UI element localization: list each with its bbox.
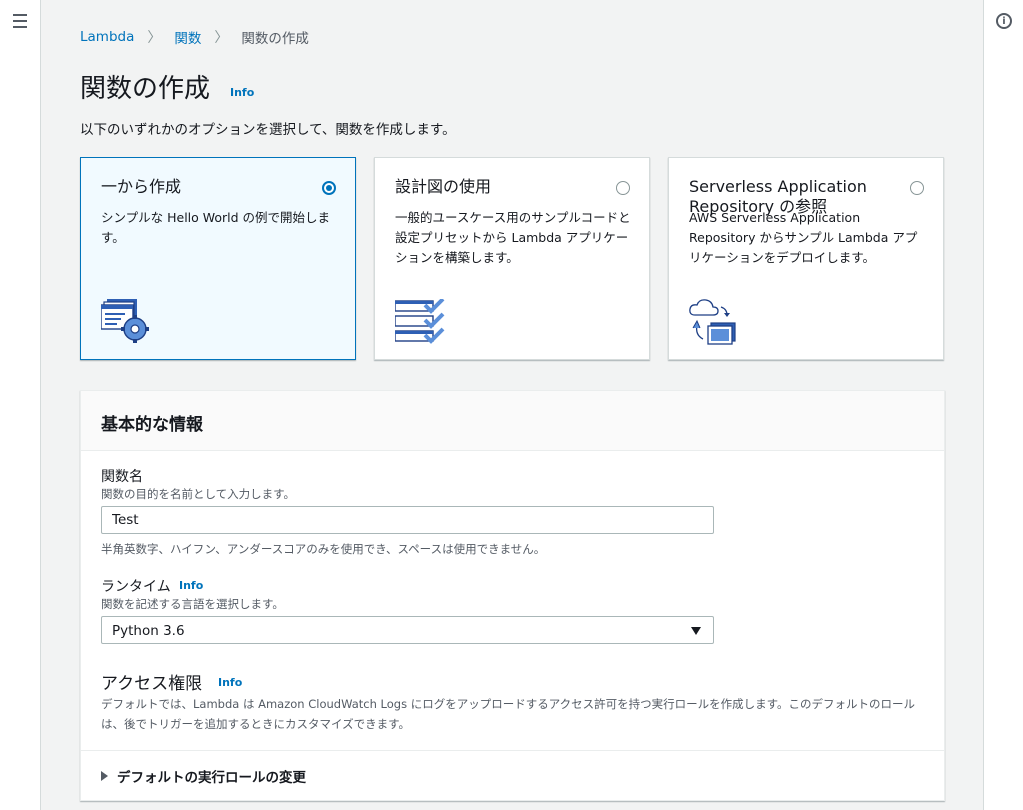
option-description: AWS Serverless Application Repository から…	[689, 210, 918, 265]
divider	[81, 750, 944, 751]
option-description: シンプルな Hello World の例で開始します。	[101, 210, 331, 245]
blueprint-checklist-icon	[395, 299, 445, 344]
change-execution-role-expander[interactable]: デフォルトの実行ロールの変更	[101, 766, 306, 786]
option-title: 設計図の使用	[395, 177, 492, 196]
breadcrumb-lambda[interactable]: Lambda	[80, 29, 134, 45]
option-radio-scratch[interactable]	[322, 181, 336, 195]
chevron-right-icon: 〉	[147, 30, 162, 46]
function-name-input[interactable]	[101, 506, 714, 534]
permissions-info-link[interactable]: Info	[218, 676, 242, 689]
cloud-deploy-icon	[689, 299, 736, 345]
runtime-hint: 関数を記述する言語を選択します。	[101, 597, 284, 611]
main-content: Lambda 〉 関数 〉 関数の作成 関数の作成 Info 以下のいずれかのオ…	[41, 0, 983, 810]
right-help-rail: i	[983, 0, 1023, 810]
left-navigation-rail	[0, 0, 41, 810]
runtime-selected-value: Python 3.6	[112, 623, 185, 639]
code-window-gear-icon	[101, 299, 149, 343]
option-radio-blueprint[interactable]	[616, 181, 630, 195]
page-description: 以下のいずれかのオプションを選択して、関数を作成します。	[80, 122, 456, 138]
option-radio-sar[interactable]	[910, 181, 924, 195]
chevron-right-icon: 〉	[214, 30, 229, 46]
runtime-select[interactable]: Python 3.6	[101, 616, 714, 644]
option-serverless-app-repo[interactable]: Serverless Application Repository の参照 AW…	[668, 157, 944, 360]
permissions-description: デフォルトでは、Lambda は Amazon CloudWatch Logs …	[101, 697, 916, 731]
panel-header: 基本的な情報	[81, 391, 944, 451]
option-use-blueprint[interactable]: 設計図の使用 一般的ユースケース用のサンプルコードと設定プリセットから Lamb…	[374, 157, 650, 360]
function-name-label: 関数名	[101, 469, 143, 485]
caret-right-icon	[101, 771, 108, 781]
option-author-from-scratch[interactable]: 一から作成 シンプルな Hello World の例で開始します。	[80, 157, 356, 360]
function-name-constraint: 半角英数字、ハイフン、アンダースコアのみを使用でき、スペースは使用できません。	[101, 542, 546, 556]
option-description: 一般的ユースケース用のサンプルコードと設定プリセットから Lambda アプリケ…	[395, 210, 631, 265]
function-name-hint: 関数の目的を名前として入力します。	[101, 487, 296, 501]
panel-title: 基本的な情報	[101, 415, 203, 435]
info-panel-icon[interactable]: i	[996, 13, 1012, 29]
expander-label: デフォルトの実行ロールの変更	[117, 770, 306, 786]
breadcrumb-current: 関数の作成	[241, 31, 309, 47]
permissions-title: アクセス権限	[101, 674, 203, 694]
basic-info-panel: 基本的な情報 関数名 関数の目的を名前として入力します。 半角英数字、ハイフン、…	[80, 390, 945, 801]
option-title: 一から作成	[101, 177, 182, 196]
page-title: 関数の作成	[80, 74, 211, 104]
runtime-label: ランタイム	[101, 579, 171, 595]
runtime-info-link[interactable]: Info	[179, 579, 203, 592]
caret-down-icon	[691, 627, 701, 635]
hamburger-menu-icon[interactable]	[13, 14, 27, 28]
page-info-link[interactable]: Info	[230, 86, 254, 99]
breadcrumb: Lambda 〉 関数 〉 関数の作成	[80, 27, 309, 47]
breadcrumb-functions[interactable]: 関数	[174, 27, 201, 47]
